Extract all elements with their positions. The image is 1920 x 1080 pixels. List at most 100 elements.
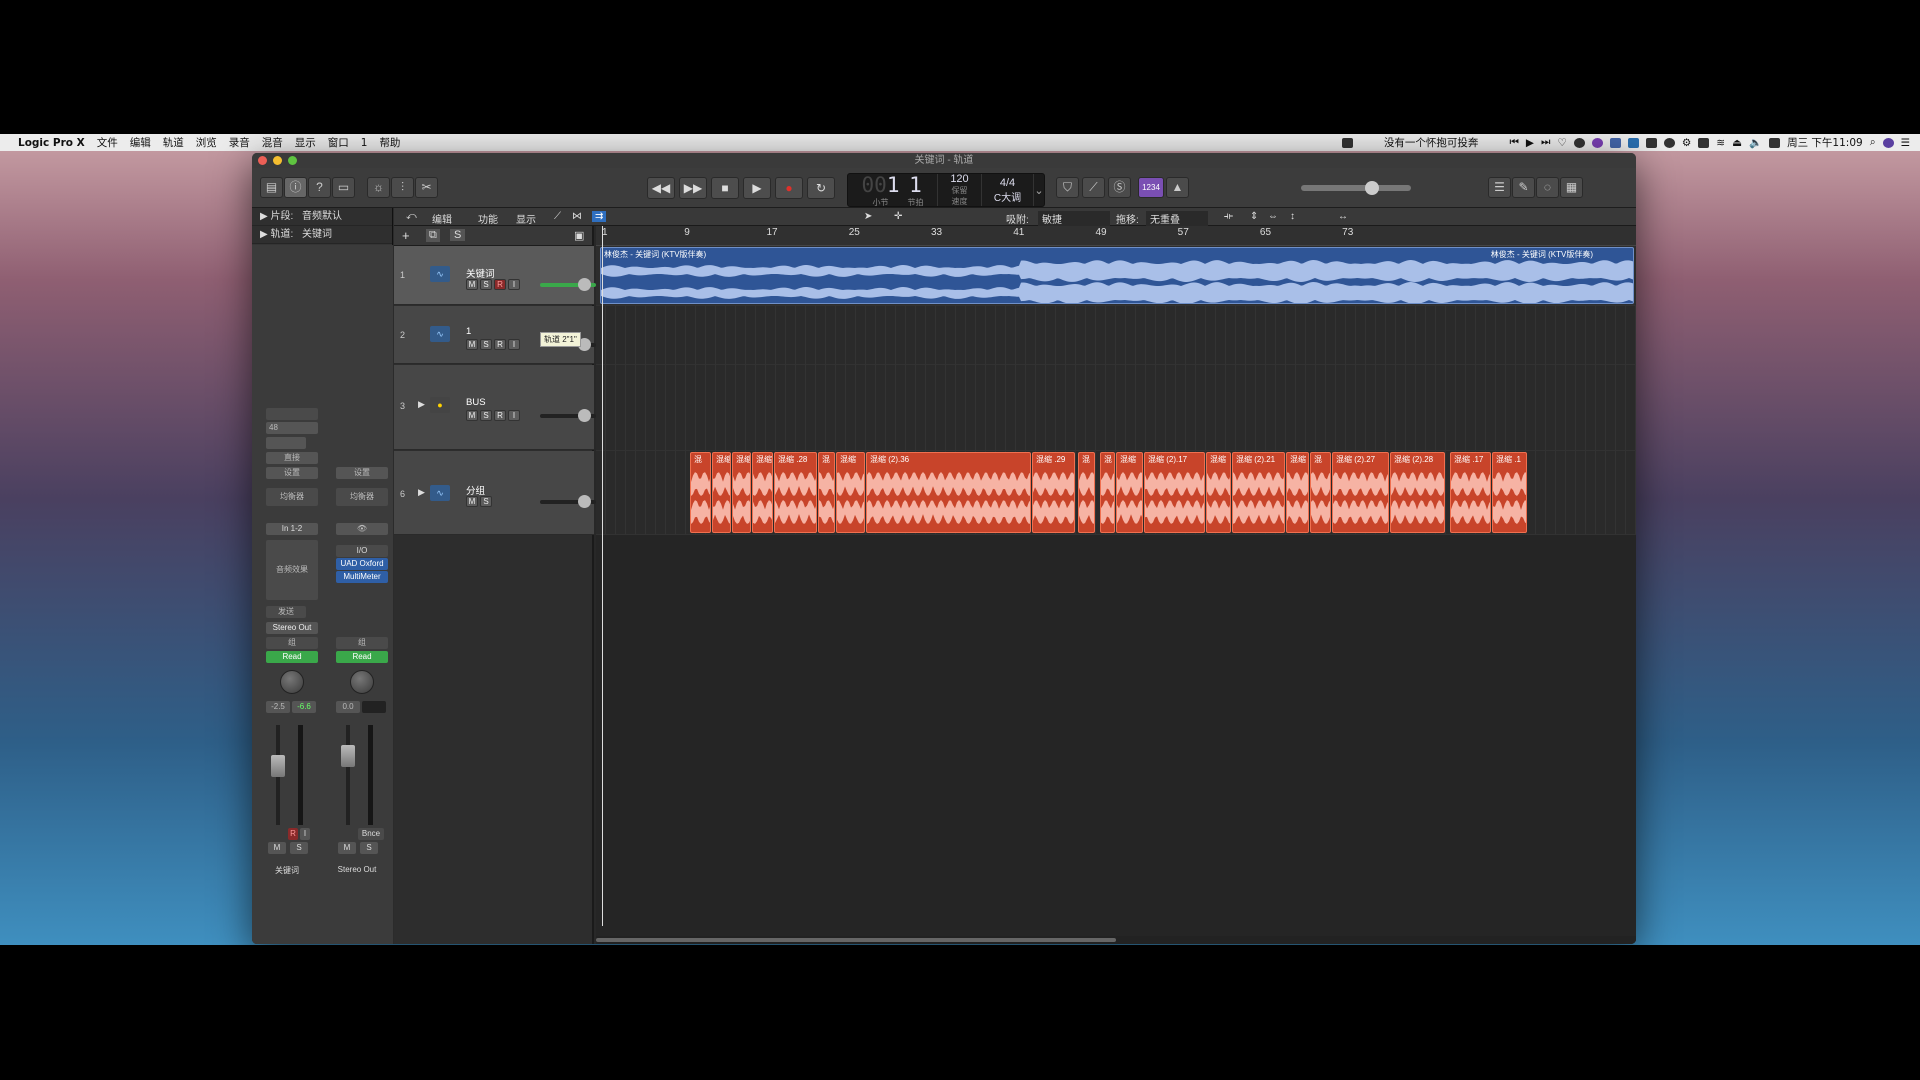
wifi-icon[interactable]: ≋ — [1716, 137, 1725, 149]
bar-ruler[interactable]: 1 9 17 25 33 41 49 57 65 73 — [596, 226, 1636, 246]
browsers-button[interactable]: ▦ — [1560, 177, 1583, 198]
mute-button[interactable]: M — [466, 339, 478, 350]
waveform-zoom-icon[interactable]: ⟛ — [1224, 211, 1233, 222]
disclosure-triangle-icon[interactable]: ▶ — [418, 487, 425, 498]
solo-button[interactable]: S — [480, 410, 492, 421]
notification-center-icon[interactable]: ☰ — [1901, 137, 1910, 149]
list-editors-button[interactable]: ☰ — [1488, 177, 1511, 198]
vertical-fit-icon[interactable]: ⇕ — [1250, 211, 1258, 222]
mute-button[interactable]: M — [466, 496, 478, 507]
strip1-automation[interactable]: Read — [266, 651, 318, 663]
menu-window[interactable]: 窗口 — [322, 135, 355, 150]
next-track-icon[interactable]: ⏭ — [1541, 136, 1550, 149]
arrange-area[interactable]: 1 9 17 25 33 41 49 57 65 73 林俊杰 - 关键词 (KTV版伴奏) 林俊… — [596, 226, 1636, 944]
automation-icon[interactable]: ⟋ — [554, 211, 561, 222]
play-icon[interactable]: ▶ — [1526, 137, 1534, 149]
tuner-button[interactable]: ⟋ — [1082, 177, 1105, 198]
strip1-solo-button[interactable]: S — [290, 842, 308, 854]
track-row-1[interactable]: 1 ∿ 关键词 MSRI — [394, 246, 630, 305]
clock[interactable]: 周三 下午11:09 — [1787, 135, 1863, 150]
volume-slider[interactable] — [540, 409, 596, 422]
solo-button[interactable]: Ⓢ — [1108, 177, 1131, 198]
audio-region-red[interactable]: 混 — [690, 452, 711, 533]
strip1-eq[interactable]: 均衡器 — [266, 488, 318, 506]
audio-region-red[interactable]: 混缩 .1 — [1492, 452, 1527, 533]
track-row-6[interactable]: 6 ▶ ∿ 分组 MS — [394, 451, 596, 535]
editors-button[interactable]: ✂ — [415, 177, 438, 198]
horizontal-zoom-icon[interactable]: ↔ — [1338, 211, 1348, 222]
horizontal-scroll-thumb[interactable] — [596, 938, 1116, 942]
app-status-icon-2[interactable] — [1591, 137, 1603, 148]
input-method-icon[interactable] — [1769, 137, 1781, 148]
mute-button[interactable]: M — [466, 279, 478, 290]
volume-slider[interactable] — [540, 278, 596, 291]
app-status-icon-3[interactable] — [1609, 137, 1621, 148]
strip1-direct[interactable]: 直接 — [266, 452, 318, 464]
fast-forward-button[interactable]: ▶▶ — [679, 177, 707, 199]
app-status-icon[interactable] — [1573, 137, 1585, 148]
audio-region-red[interactable]: 混 — [1100, 452, 1115, 533]
horizontal-fit-icon[interactable]: ⇔ — [1268, 211, 1278, 222]
menu-browse[interactable]: 浏览 — [190, 135, 223, 150]
strip1-sends[interactable]: 发送 — [266, 606, 306, 618]
track-name[interactable]: 1 — [466, 326, 471, 337]
menu-track[interactable]: 轨道 — [157, 135, 190, 150]
strip2-pan-knob[interactable] — [350, 670, 374, 694]
audio-region-red[interactable]: 混缩 .17 — [1450, 452, 1491, 533]
notepad-button[interactable]: ✎ — [1512, 177, 1535, 198]
metronome-button[interactable]: ▲ — [1166, 177, 1189, 198]
settings-icon[interactable]: ⚙ — [1682, 137, 1691, 149]
solo-button[interactable]: S — [480, 339, 492, 350]
strip2-setting[interactable]: 设置 — [336, 467, 388, 479]
menu-1[interactable]: 1 — [355, 137, 374, 149]
mixer-button[interactable]: ⫶ — [391, 177, 414, 198]
strip1-output[interactable]: Stereo Out — [266, 622, 318, 634]
mute-button[interactable]: M — [466, 410, 478, 421]
close-icon[interactable] — [258, 156, 267, 165]
play-button[interactable]: ▶ — [743, 177, 771, 199]
audio-region-red[interactable]: 混缩 .28 — [774, 452, 817, 533]
strip1-pan-knob[interactable] — [280, 670, 304, 694]
audio-region-red[interactable]: 混缩 (2).17 — [1144, 452, 1205, 533]
record-enable-button[interactable]: R — [494, 279, 506, 290]
quick-help-button[interactable]: ? — [308, 177, 331, 198]
volume-slider[interactable] — [540, 495, 596, 508]
toolbar-button[interactable]: ▭ — [332, 177, 355, 198]
playhead[interactable] — [602, 226, 603, 926]
menu-view[interactable]: 显示 — [289, 135, 322, 150]
loop-browser-button[interactable]: ◌ — [1536, 177, 1559, 198]
duplicate-track-icon[interactable]: ⧉ — [426, 229, 440, 242]
strip2-io[interactable]: I/O — [336, 545, 388, 557]
zoom-icon[interactable] — [288, 156, 297, 165]
audio-region-red[interactable]: 混缩 — [836, 452, 865, 533]
solo-button[interactable]: S — [480, 496, 492, 507]
edit-menu[interactable]: 编辑 — [432, 211, 452, 226]
audio-region-red[interactable]: 混缩 — [1286, 452, 1309, 533]
strip2-fader[interactable] — [341, 745, 355, 767]
record-button[interactable]: ● — [775, 177, 803, 199]
app-status-icon-5[interactable] — [1645, 137, 1657, 148]
lcd-chevron-icon[interactable]: ⌄ — [1034, 174, 1044, 206]
input-monitor-button[interactable]: I — [508, 339, 520, 350]
strip2-solo-button[interactable]: S — [360, 842, 378, 854]
catch-playhead-icon[interactable]: ▣ — [574, 229, 584, 242]
audio-region-red[interactable]: 混缩 (2).28 — [1390, 452, 1445, 533]
inspector-region-row[interactable]: ▶ 片段: 音频默认 — [252, 208, 392, 226]
audio-region-blue[interactable]: 林俊杰 - 关键词 (KTV版伴奏) 林俊杰 - 关键词 (KTV版伴奏) — [600, 247, 1634, 304]
audio-region-red[interactable]: 混缩 (2).21 — [1232, 452, 1285, 533]
volume-slider-knob[interactable] — [578, 409, 591, 422]
strip2-plugin-2[interactable]: MultiMeter — [336, 571, 388, 583]
add-track-icon[interactable]: + — [402, 228, 410, 243]
strip2-mute-button[interactable]: M — [338, 842, 356, 854]
volume-slider-knob[interactable] — [578, 278, 591, 291]
global-solo-button[interactable]: S — [450, 229, 466, 241]
strip2-bounce-button[interactable]: Bnce — [358, 828, 384, 840]
strip1-group[interactable]: 组 — [266, 637, 318, 649]
strip1-fader[interactable] — [271, 755, 285, 777]
strip2-link-icon[interactable]: 👁 — [336, 523, 388, 535]
strip1-input-monitor-button[interactable]: I — [300, 828, 310, 840]
volume-icon[interactable]: 🔈 — [1749, 136, 1762, 149]
strip1-record-button[interactable]: R — [288, 828, 298, 840]
view-menu[interactable]: 显示 — [516, 211, 536, 226]
track-row-3[interactable]: 3 ▶ ● BUS MSRI — [394, 365, 630, 450]
